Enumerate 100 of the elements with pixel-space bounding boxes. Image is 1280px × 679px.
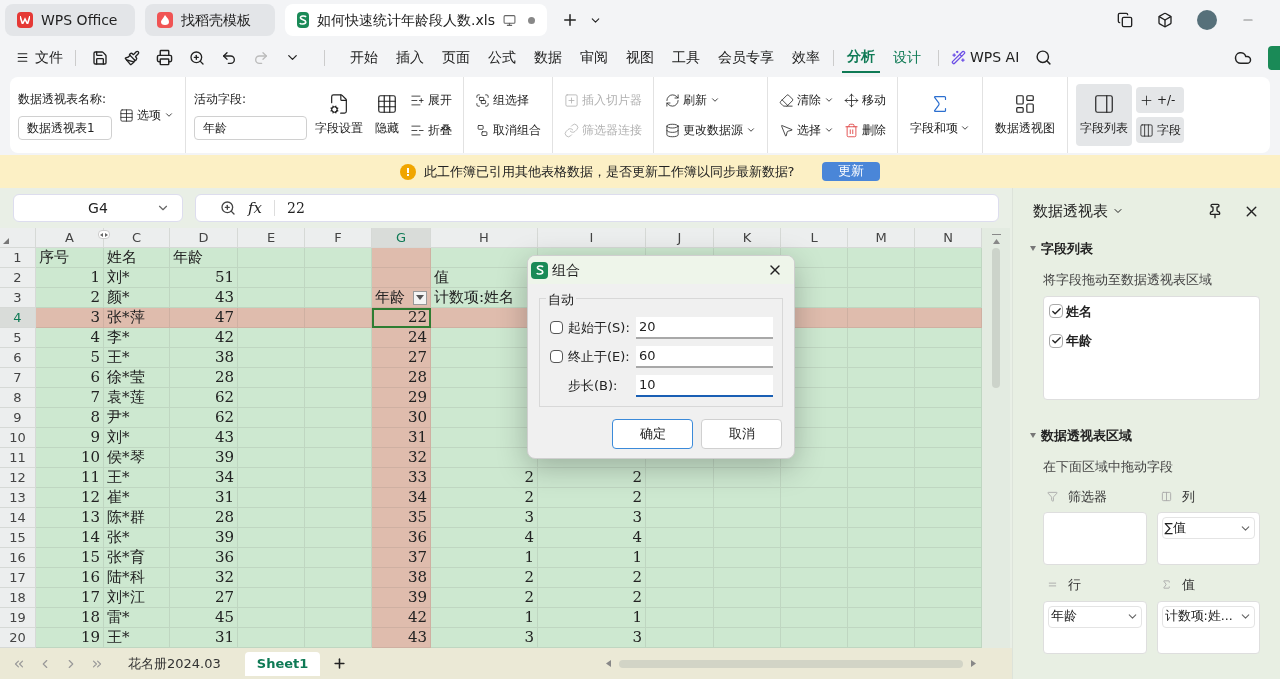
name-box[interactable]: G4 — [13, 194, 183, 222]
drop-area[interactable]: ∑值 — [1156, 512, 1260, 565]
menu-tab[interactable]: 设计 — [888, 42, 926, 73]
menu-tab[interactable]: 会员专享 — [713, 42, 779, 73]
ribbon-button[interactable]: 展开 — [407, 87, 455, 113]
row-header[interactable]: 2 — [0, 268, 36, 288]
row-header[interactable]: 1 — [0, 248, 36, 268]
pin-icon[interactable] — [1207, 203, 1223, 220]
checkbox[interactable] — [1049, 333, 1063, 348]
ribbon-button[interactable]: 刷新 — [662, 87, 759, 113]
scroll-right-icon[interactable] — [971, 660, 976, 667]
row-header[interactable]: 3 — [0, 288, 36, 308]
formula-bar[interactable]: fx 22 — [195, 194, 999, 222]
row-header[interactable]: 6 — [0, 348, 36, 368]
scroll-left-icon[interactable] — [606, 660, 611, 667]
row-header[interactable]: 14 — [0, 508, 36, 528]
ribbon-button[interactable]: 折叠 — [407, 117, 455, 143]
menu-tab[interactable]: 分析 — [842, 42, 880, 73]
column-header[interactable]: H — [431, 228, 538, 248]
column-header[interactable]: N — [915, 228, 982, 248]
ribbon-button[interactable]: 移动 — [841, 87, 889, 113]
ribbon-button[interactable]: 组选择 — [472, 87, 544, 113]
row-header[interactable]: 18 — [0, 588, 36, 608]
ribbon-button[interactable]: 删除 — [841, 117, 889, 143]
search-icon[interactable] — [1035, 49, 1053, 66]
column-header[interactable]: F — [305, 228, 372, 248]
print-preview-icon[interactable] — [189, 49, 205, 66]
menu-tab[interactable]: 审阅 — [575, 42, 613, 73]
document-tab[interactable]: 如何快速统计年龄段人数.xls — [285, 4, 547, 36]
share-button[interactable] — [1268, 45, 1280, 70]
column-header[interactable]: D — [170, 228, 238, 248]
row-header[interactable]: 11 — [0, 448, 36, 468]
column-header[interactable]: M — [848, 228, 915, 248]
ribbon-button[interactable]: 取消组合 — [472, 117, 544, 143]
filter-dropdown-button[interactable] — [413, 290, 427, 305]
ribbon-button[interactable]: 字段和项 — [906, 84, 974, 146]
ribbon-button[interactable]: 数据透视图 — [991, 84, 1059, 146]
scroll-up-icon[interactable] — [992, 239, 1000, 244]
cube-icon[interactable] — [1157, 12, 1173, 28]
column-header[interactable]: I — [538, 228, 646, 248]
row-header[interactable]: 16 — [0, 548, 36, 568]
ribbon-button[interactable]: 字段列表 — [1076, 84, 1132, 146]
scroll-thumb[interactable] — [992, 248, 1000, 388]
row-header[interactable]: 19 — [0, 608, 36, 628]
number-field[interactable]: 10 — [636, 374, 773, 397]
name-field[interactable]: 数据透视表1 — [18, 116, 112, 140]
menu-tab[interactable]: 工具 — [667, 42, 705, 73]
drop-area[interactable]: 计数项:姓... — [1156, 600, 1260, 654]
row-header[interactable]: 13 — [0, 488, 36, 508]
file-menu[interactable]: 文件 — [16, 47, 63, 68]
add-sheet-icon[interactable] — [332, 656, 348, 671]
checkbox[interactable] — [550, 321, 563, 334]
dialog-button[interactable]: 确定 — [612, 419, 693, 449]
ribbon-button[interactable]: 字段设置 — [311, 84, 367, 146]
area-item[interactable]: ∑值 — [1161, 517, 1255, 539]
save-icon[interactable] — [92, 49, 108, 66]
menu-tab[interactable]: 页面 — [437, 42, 475, 73]
name-field[interactable]: 年龄 — [194, 116, 307, 140]
section-header[interactable]: 字段列表 — [1030, 238, 1260, 258]
window-icon[interactable] — [1117, 12, 1133, 28]
number-field[interactable]: 60 — [636, 345, 773, 368]
row-header[interactable]: 9 — [0, 408, 36, 428]
column-header[interactable]: C — [104, 228, 170, 248]
row-header[interactable]: 7 — [0, 368, 36, 388]
menu-tab[interactable]: 效率 — [787, 42, 825, 73]
menu-tab[interactable]: 数据 — [529, 42, 567, 73]
update-button[interactable]: 更新 — [822, 162, 881, 181]
row-header[interactable]: 15 — [0, 528, 36, 548]
ribbon-button[interactable]: +/- — [1136, 87, 1184, 113]
row-header[interactable]: 5 — [0, 328, 36, 348]
dialog-button[interactable]: 取消 — [701, 419, 782, 449]
column-header[interactable]: G — [372, 228, 431, 248]
monitor-icon[interactable] — [503, 13, 516, 27]
menu-tab[interactable]: 公式 — [483, 42, 521, 73]
ribbon-button[interactable]: 隐藏 — [371, 84, 403, 146]
row-header[interactable]: 20 — [0, 628, 36, 648]
sheet-tab[interactable]: 花名册2024.03 — [116, 651, 233, 676]
column-header[interactable]: L — [781, 228, 848, 248]
brush-icon[interactable] — [124, 49, 140, 66]
row-header[interactable]: 12 — [0, 468, 36, 488]
row-header[interactable]: 4 — [0, 308, 36, 328]
menu-tab[interactable]: 视图 — [621, 42, 659, 73]
drop-area[interactable]: 年龄 — [1043, 600, 1147, 654]
checkbox[interactable] — [1049, 304, 1063, 319]
number-field[interactable]: 20 — [636, 316, 773, 339]
menu-tab[interactable]: 开始 — [345, 42, 383, 73]
vertical-scrollbar[interactable] — [982, 228, 1010, 648]
column-header[interactable]: J — [646, 228, 714, 248]
ribbon-button[interactable]: 选项 — [116, 102, 177, 128]
area-item[interactable]: 年龄 — [1048, 605, 1142, 628]
undo-icon[interactable] — [221, 49, 237, 66]
ribbon-button[interactable]: 选择 — [776, 117, 837, 143]
hidden-column-icon[interactable] — [98, 230, 110, 239]
menu-tab[interactable]: 插入 — [391, 42, 429, 73]
row-header[interactable]: 8 — [0, 388, 36, 408]
new-tab-icon[interactable] — [561, 11, 579, 29]
section-header[interactable]: 数据透视表区域 — [1030, 425, 1260, 445]
ribbon-button[interactable]: 更改数据源 — [662, 117, 759, 143]
select-all-corner[interactable] — [0, 228, 36, 248]
column-header[interactable]: E — [238, 228, 305, 248]
